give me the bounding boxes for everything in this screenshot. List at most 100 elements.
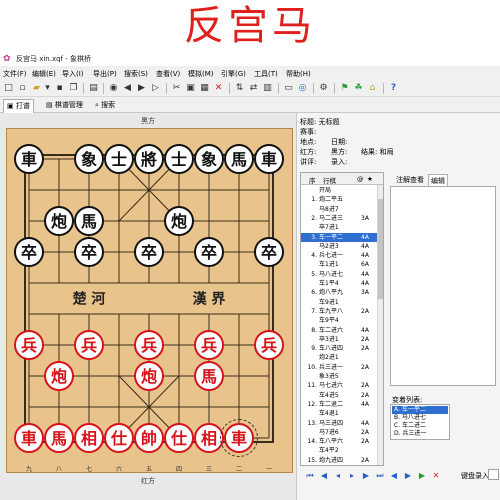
red-piece[interactable]: 兵	[254, 330, 284, 360]
xiangqi-board[interactable]: 楚 河漢 界	[6, 128, 293, 473]
tab-play[interactable]: ▣ 打谱	[3, 99, 34, 113]
black-piece[interactable]: 卒	[14, 237, 44, 267]
move-row[interactable]: 7. 车九平八 2A	[301, 307, 377, 316]
black-piece[interactable]: 卒	[74, 237, 104, 267]
red-piece[interactable]: 馬	[194, 361, 224, 391]
move-row[interactable]: 10. 兵三进一 2A	[301, 363, 377, 372]
black-piece[interactable]: 卒	[254, 237, 284, 267]
menu-export[interactable]: 导出(P)	[93, 69, 117, 79]
red-piece[interactable]: 車	[14, 423, 44, 453]
prev-move-icon[interactable]: ◀	[121, 82, 134, 95]
move-list[interactable]: 序 行棋 @ ★ 开局 1. 炮二平五 马8进7 2. 马二进三 3A 卒7进1 3. 车一平二 4…	[300, 172, 384, 466]
col-at[interactable]: @	[357, 175, 364, 183]
nav-next-page-icon[interactable]: ▶	[360, 469, 372, 482]
move-row[interactable]: 开局	[301, 186, 377, 195]
settings-icon[interactable]: ⚙	[317, 82, 330, 95]
scrollbar-thumb[interactable]	[378, 199, 383, 299]
online-icon[interactable]: ☘	[352, 82, 365, 95]
black-piece[interactable]: 將	[134, 144, 164, 174]
menu-edit[interactable]: 编辑(E)	[32, 69, 56, 79]
move-row[interactable]: 车4平2	[301, 446, 377, 455]
title-value[interactable]: 无标题	[319, 118, 340, 126]
nav-first-icon[interactable]: ⏮	[304, 469, 316, 482]
menu-view[interactable]: 查看(V)	[156, 69, 180, 79]
nav-prev-page-icon[interactable]: ◀	[318, 469, 330, 482]
tab-manual-manager[interactable]: ▤ 棋谱管理	[43, 99, 86, 113]
tab-comment-view[interactable]: 注解查看	[394, 174, 426, 186]
black-piece[interactable]: 馬	[224, 144, 254, 174]
red-piece[interactable]: 相	[74, 423, 104, 453]
nav-prev-icon[interactable]: ◂	[332, 469, 344, 482]
red-piece[interactable]: 兵	[134, 330, 164, 360]
play-icon[interactable]: ▶	[416, 469, 428, 482]
last-move-icon[interactable]: ▷	[149, 82, 162, 95]
move-row[interactable]: 炮2进1	[301, 353, 377, 362]
help-icon[interactable]: ?	[387, 82, 400, 95]
move-row[interactable]: 马2进3 4A	[301, 242, 377, 251]
network-icon[interactable]: ⌂	[366, 82, 379, 95]
variation-list[interactable]: A. 车一平二 B. 马八进七 C. 车二进二 D. 兵三进一	[390, 404, 450, 440]
tab-comment-edit[interactable]: 编辑	[428, 174, 448, 186]
menu-import[interactable]: 导入(I)	[62, 69, 84, 79]
black-piece[interactable]: 炮	[44, 206, 74, 236]
red-piece[interactable]: 仕	[104, 423, 134, 453]
move-row[interactable]: 3. 车一平二 4A	[301, 232, 377, 242]
new-tab-icon[interactable]: ▫	[16, 82, 29, 95]
engine-icon[interactable]: ◎	[296, 82, 309, 95]
move-row[interactable]: 2. 马二进三 3A	[301, 214, 377, 223]
move-row[interactable]: 卒7进1	[301, 223, 377, 232]
move-list-scrollbar[interactable]	[377, 185, 383, 465]
red-piece[interactable]: 兵	[194, 330, 224, 360]
move-row[interactable]: 6. 炮八平九 3A	[301, 288, 377, 297]
red-piece[interactable]: 炮	[44, 361, 74, 391]
open-folder-icon[interactable]: ▰	[30, 82, 43, 95]
nav-back-variation-icon[interactable]: ◀	[388, 469, 400, 482]
board-grid-icon[interactable]: ▥	[261, 82, 274, 95]
keyboard-entry-input[interactable]	[488, 469, 499, 480]
move-row[interactable]: 14. 车八平六 2A	[301, 437, 377, 446]
clipboard-icon[interactable]: ▦	[198, 82, 211, 95]
variation-item[interactable]: A. 车一平二	[392, 406, 448, 414]
move-row[interactable]: 车4退1	[301, 409, 377, 418]
paste-icon[interactable]: ▣	[184, 82, 197, 95]
delete-icon[interactable]: ✕	[212, 82, 225, 95]
open-dropdown-icon[interactable]: ▾	[44, 82, 51, 95]
tab-search[interactable]: ⌕ 搜索	[92, 99, 118, 113]
move-row[interactable]: 车9进1	[301, 298, 377, 307]
black-piece[interactable]: 馬	[74, 206, 104, 236]
menu-file[interactable]: 文件(F)	[3, 69, 27, 79]
nav-forward-variation-icon[interactable]: ▶	[402, 469, 414, 482]
flip-vertical-icon[interactable]: ⇅	[233, 82, 246, 95]
red-piece[interactable]: 炮	[134, 361, 164, 391]
print-icon[interactable]: ▤	[87, 82, 100, 95]
comment-icon[interactable]: ▭	[282, 82, 295, 95]
red-piece[interactable]: 車	[220, 419, 258, 457]
move-row[interactable]: 4. 兵七进一 4A	[301, 251, 377, 260]
col-star[interactable]: ★	[367, 175, 373, 183]
connect-icon[interactable]: ⚑	[338, 82, 351, 95]
black-piece[interactable]: 卒	[134, 237, 164, 267]
red-piece[interactable]: 馬	[44, 423, 74, 453]
nav-last-icon[interactable]: ⏭	[374, 469, 386, 482]
new-file-icon[interactable]: □	[2, 82, 15, 95]
first-move-icon[interactable]: ◉	[107, 82, 120, 95]
red-piece[interactable]: 兵	[14, 330, 44, 360]
move-row[interactable]: 车1进1 6A	[301, 260, 377, 269]
red-piece[interactable]: 仕	[164, 423, 194, 453]
copy-icon[interactable]: ❐	[67, 82, 80, 95]
menu-tools[interactable]: 工具(T)	[254, 69, 278, 79]
variation-item[interactable]: C. 车二进二	[392, 422, 448, 430]
variation-item[interactable]: D. 兵三进一	[392, 430, 448, 438]
black-piece[interactable]: 卒	[194, 237, 224, 267]
move-row[interactable]: 车9平4	[301, 316, 377, 325]
red-piece[interactable]: 相	[194, 423, 224, 453]
next-move-icon[interactable]: ▶	[135, 82, 148, 95]
move-row[interactable]: 8. 车二进六 4A	[301, 326, 377, 335]
black-piece[interactable]: 象	[74, 144, 104, 174]
move-row[interactable]: 13. 马三进四 4A	[301, 419, 377, 428]
col-number[interactable]: 序	[309, 175, 316, 185]
move-row[interactable]: 象3进5	[301, 372, 377, 381]
black-piece[interactable]: 士	[104, 144, 134, 174]
move-row[interactable]: 马8进7	[301, 205, 377, 214]
menu-engine[interactable]: 引擎(G)	[221, 69, 246, 79]
